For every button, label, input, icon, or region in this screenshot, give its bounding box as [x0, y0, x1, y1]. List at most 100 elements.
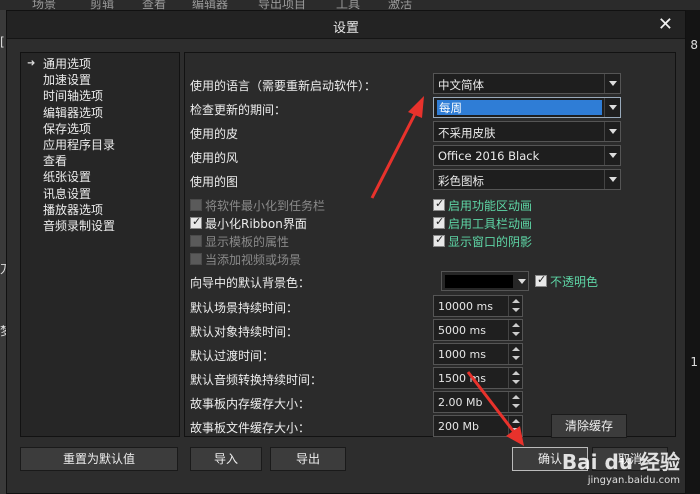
sidebar-item-audio-recording[interactable]: 音频录制设置	[21, 218, 179, 234]
sidebar-item-label: 编辑器选项	[43, 105, 104, 120]
sidebar-item-messages[interactable]: 讯息设置	[21, 186, 179, 202]
import-button[interactable]: 导入	[190, 447, 262, 471]
icon-style-select[interactable]: 彩色图标	[433, 169, 621, 190]
object-duration-label: 默认对象持续时间：	[190, 325, 299, 339]
sidebar-item-label: 讯息设置	[43, 186, 92, 201]
checkbox-box[interactable]	[190, 199, 202, 211]
dialog-titlebar[interactable]: 设置 ✕	[7, 11, 685, 39]
transition-duration-value: 1000 ms	[438, 348, 486, 361]
chevron-down-icon[interactable]	[604, 74, 620, 93]
settings-dialog: 设置 ✕ ➜ 通用选项 加速设置 时间轴选项 编辑器选项 保存选项 应用程序目录 …	[6, 10, 686, 494]
increment-icon[interactable]	[508, 320, 522, 330]
language-select[interactable]: 中文简体	[433, 73, 621, 94]
decrement-icon[interactable]	[508, 378, 522, 388]
increment-icon[interactable]	[508, 344, 522, 354]
memory-cache-label: 故事板内存缓存大小：	[190, 397, 311, 411]
checkbox-box[interactable]	[433, 197, 445, 211]
transition-duration-stepper[interactable]: 1000 ms	[433, 343, 523, 365]
sidebar-item-label: 音频录制设置	[43, 218, 116, 233]
sidebar-item-label: 通用选项	[43, 57, 92, 71]
checkbox-box[interactable]	[190, 215, 202, 229]
checkbox-label: 不透明色	[550, 275, 599, 289]
sidebar-item-player[interactable]: 播放器选项	[21, 202, 179, 218]
checkbox-box[interactable]	[190, 253, 202, 265]
sidebar-item-label: 应用程序目录	[43, 137, 116, 152]
checkbox-label: 显示模板的属性	[205, 235, 290, 249]
export-button[interactable]: 导出	[270, 447, 346, 471]
style-value: Office 2016 Black	[438, 149, 540, 163]
settings-category-list: ➜ 通用选项 加速设置 时间轴选项 编辑器选项 保存选项 应用程序目录 查看 纸张…	[20, 52, 180, 437]
scene-duration-value: 10000 ms	[438, 300, 493, 313]
chevron-down-icon[interactable]	[604, 122, 620, 141]
icon-style-label: 使用的图	[190, 175, 239, 189]
checkbox-label: 当添加视频或场景	[205, 253, 302, 267]
sidebar-item-save[interactable]: 保存选项	[21, 121, 179, 137]
object-duration-value: 5000 ms	[438, 324, 486, 337]
bg-menu-item: 激活	[388, 0, 413, 10]
increment-icon[interactable]	[508, 296, 522, 306]
update-period-value: 每周	[437, 100, 602, 115]
scene-duration-label: 默认场景持续时间：	[190, 301, 299, 315]
ok-button[interactable]: 确认	[512, 447, 588, 471]
sidebar-item-label: 纸张设置	[43, 170, 92, 185]
increment-icon[interactable]	[508, 368, 522, 378]
chevron-down-icon[interactable]	[604, 98, 620, 117]
decrement-icon[interactable]	[508, 354, 522, 364]
skin-value: 不采用皮肤	[438, 126, 496, 140]
decrement-icon[interactable]	[508, 402, 522, 412]
file-cache-value: 200 Mb	[438, 420, 479, 433]
increment-icon[interactable]	[508, 416, 522, 426]
wizard-bg-color-picker[interactable]	[441, 271, 529, 291]
sidebar-item-view[interactable]: 查看	[21, 153, 179, 169]
sidebar-item-paper[interactable]: 纸张设置	[21, 169, 179, 185]
bg-menu-item: 编辑器	[192, 0, 229, 10]
color-swatch	[445, 275, 513, 288]
checkbox-box[interactable]	[433, 233, 445, 247]
skin-label: 使用的皮	[190, 127, 239, 141]
audio-transition-duration-value: 1500 ms	[438, 372, 486, 385]
clear-cache-button[interactable]: 清除缓存	[551, 414, 627, 438]
sidebar-item-acceleration[interactable]: 加速设置	[21, 72, 179, 88]
update-period-label: 检查更新的期间：	[190, 103, 287, 117]
update-period-select[interactable]: 每周	[433, 97, 621, 118]
icon-style-value: 彩色图标	[438, 174, 484, 188]
decrement-icon[interactable]	[508, 426, 522, 436]
dialog-title: 设置	[332, 21, 359, 36]
memory-cache-stepper[interactable]: 2.00 Mb	[433, 391, 523, 413]
audio-transition-duration-stepper[interactable]: 1500 ms	[433, 367, 523, 389]
style-select[interactable]: Office 2016 Black	[433, 145, 621, 166]
language-value: 中文简体	[438, 78, 484, 92]
checkbox-label: 启用工具栏动画	[448, 217, 533, 231]
bg-menu-item: 工具	[336, 0, 361, 10]
decrement-icon[interactable]	[508, 306, 522, 316]
sidebar-item-app-directory[interactable]: 应用程序目录	[21, 137, 179, 153]
bg-menu-item: 场景	[32, 0, 57, 10]
reset-default-button[interactable]: 重置为默认值	[20, 447, 178, 471]
checkbox-box[interactable]	[535, 273, 547, 287]
checkbox-box[interactable]	[433, 215, 445, 229]
chevron-down-icon[interactable]	[604, 170, 620, 189]
chevron-down-icon[interactable]	[518, 279, 526, 284]
chevron-down-icon[interactable]	[604, 146, 620, 165]
increment-icon[interactable]	[508, 392, 522, 402]
checkbox-label: 最小化Ribbon界面	[205, 217, 307, 231]
checkbox-box[interactable]	[190, 235, 202, 247]
bg-glyph: 8	[690, 38, 698, 52]
skin-select[interactable]: 不采用皮肤	[433, 121, 621, 142]
file-cache-stepper[interactable]: 200 Mb	[433, 415, 523, 437]
sidebar-item-label: 加速设置	[43, 73, 92, 88]
cancel-button[interactable]: 取消	[592, 447, 668, 471]
bg-glyph: 1	[690, 355, 698, 369]
object-duration-stepper[interactable]: 5000 ms	[433, 319, 523, 341]
settings-panel: 使用的语言（需要重新启动软件）： 中文简体 检查更新的期间： 每周 使用的皮 不…	[184, 52, 676, 438]
sidebar-item-editor[interactable]: 编辑器选项	[21, 105, 179, 121]
style-label: 使用的风	[190, 151, 239, 165]
sidebar-item-general[interactable]: ➜ 通用选项	[21, 56, 179, 72]
decrement-icon[interactable]	[508, 330, 522, 340]
scene-duration-stepper[interactable]: 10000 ms	[433, 295, 523, 317]
bg-glyph: [	[0, 35, 5, 49]
close-icon[interactable]: ✕	[658, 14, 673, 35]
file-cache-label: 故事板文件缓存大小：	[190, 421, 311, 435]
sidebar-item-timeline[interactable]: 时间轴选项	[21, 88, 179, 104]
language-label: 使用的语言（需要重新启动软件）：	[190, 79, 377, 93]
